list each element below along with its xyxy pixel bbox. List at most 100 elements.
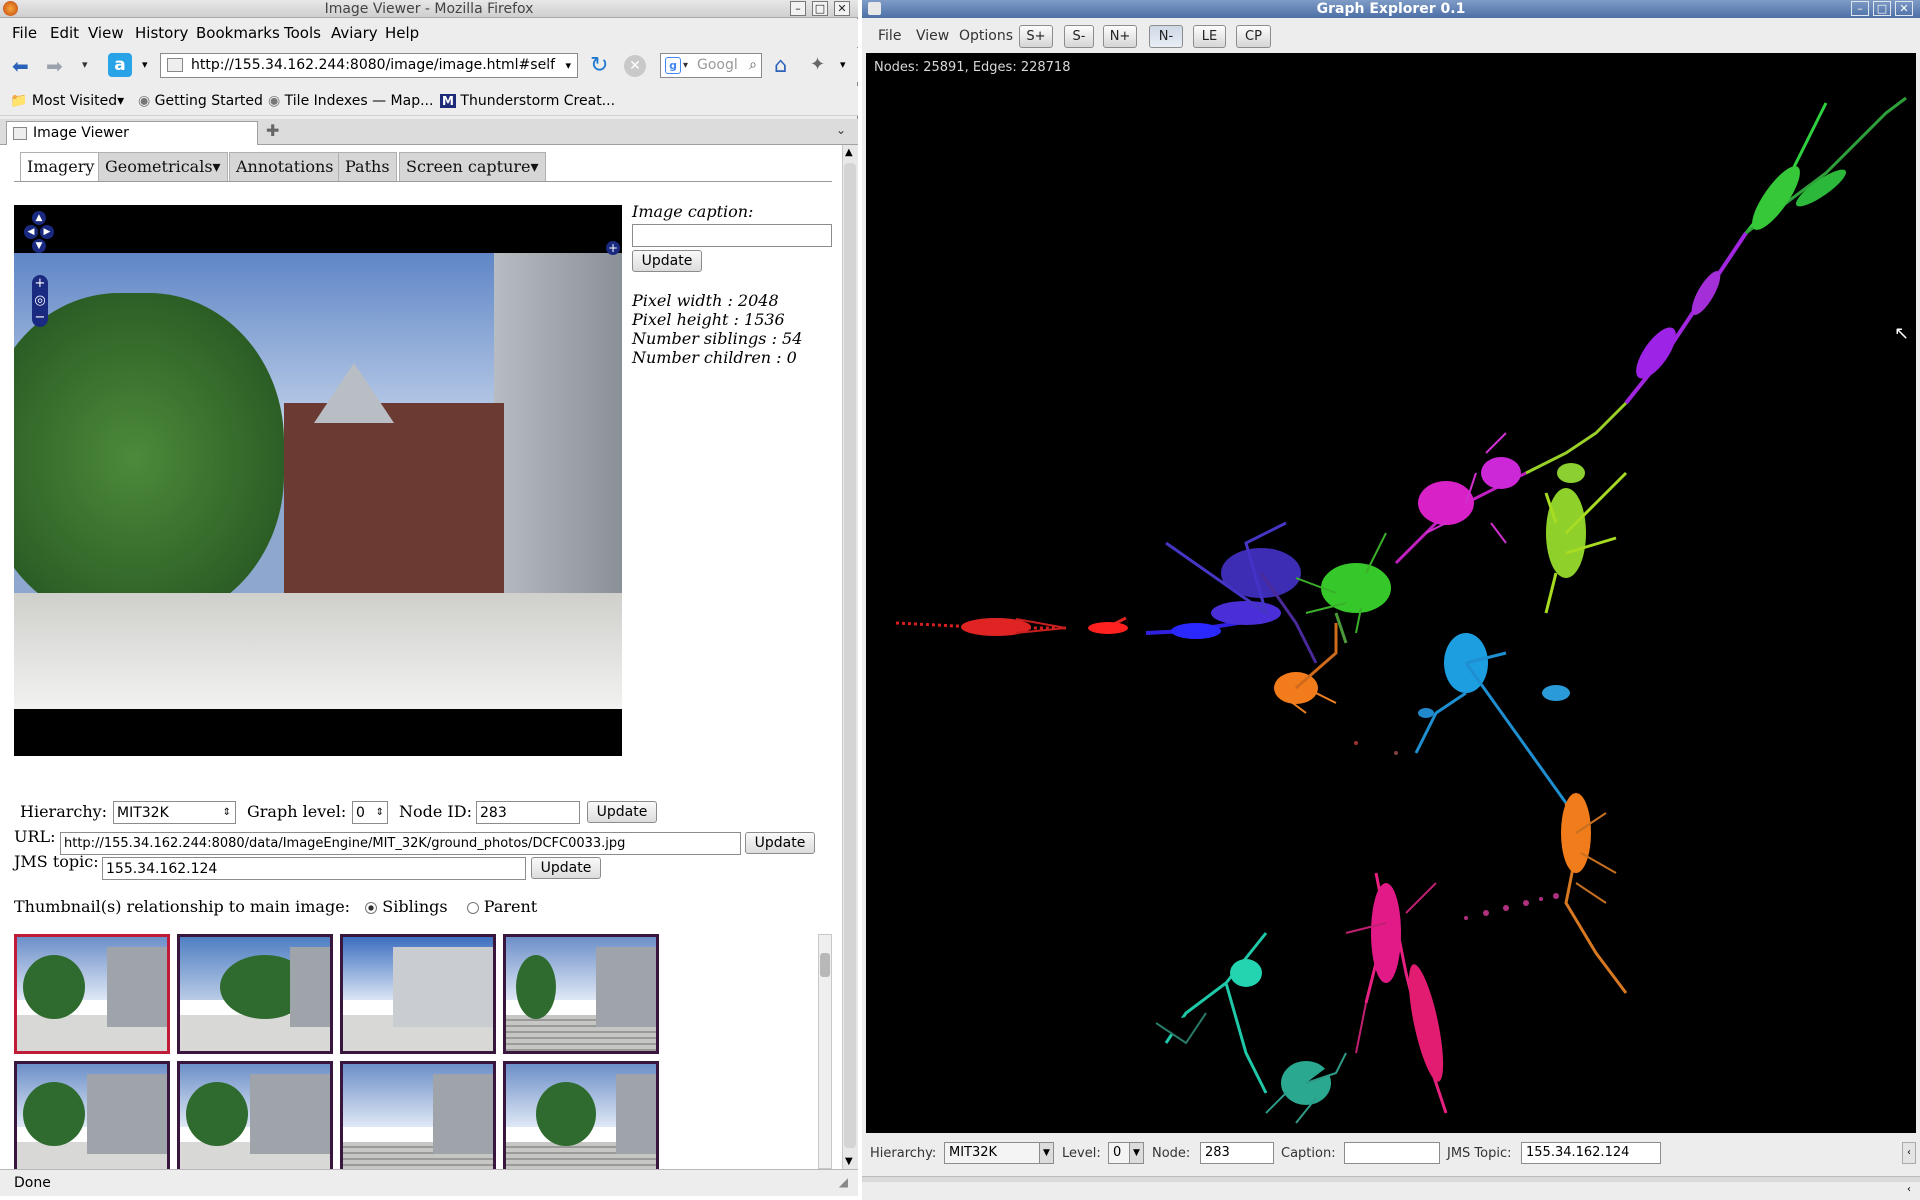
- node-decrease-button[interactable]: N-: [1149, 25, 1183, 48]
- node-update-button[interactable]: Update: [587, 801, 657, 823]
- ge-minimize-button[interactable]: –: [1851, 1, 1869, 16]
- ge-menu-file[interactable]: File: [878, 28, 901, 44]
- tab-image-viewer[interactable]: Image Viewer: [6, 121, 258, 145]
- tab-annotations[interactable]: Annotations: [229, 152, 341, 182]
- maximize-button[interactable]: □: [812, 1, 828, 16]
- tab-paths[interactable]: Paths: [338, 152, 397, 182]
- thumbnail[interactable]: [503, 1061, 659, 1169]
- combo-arrow-icon[interactable]: ▼: [1039, 1143, 1053, 1163]
- reload-icon[interactable]: ↻: [590, 53, 608, 78]
- scroll-down-icon[interactable]: ▼: [845, 1156, 853, 1167]
- thumbnail[interactable]: [14, 1061, 170, 1169]
- back-icon[interactable]: ⬅: [12, 54, 29, 78]
- bookmark-most-visited[interactable]: 📁 Most Visited▾: [10, 93, 124, 109]
- tab-geometricals[interactable]: Geometricals▾: [98, 152, 228, 182]
- page-scroll-thumb[interactable]: [844, 163, 856, 1148]
- graph-level-select[interactable]: 0 ⇕: [352, 801, 388, 824]
- ge-close-button[interactable]: ✕: [1895, 1, 1913, 16]
- thumbnail[interactable]: [177, 1061, 333, 1169]
- thumbnail[interactable]: [340, 934, 496, 1054]
- forward-icon[interactable]: ➡: [46, 54, 63, 78]
- ge-expand-icon[interactable]: ‹: [1902, 1184, 1916, 1198]
- zoom-world-icon[interactable]: ◎: [32, 292, 48, 309]
- home-icon[interactable]: ⌂: [774, 53, 787, 77]
- ge-level-combo[interactable]: 0 ▼: [1108, 1142, 1144, 1164]
- close-button[interactable]: ✕: [834, 1, 850, 16]
- minimize-button[interactable]: –: [790, 1, 806, 16]
- menu-file[interactable]: File: [12, 24, 37, 42]
- jms-topic-input[interactable]: 155.34.162.124: [102, 857, 526, 880]
- tab-strip: Image Viewer ✚ ⌄: [0, 119, 858, 145]
- menu-bookmarks[interactable]: Bookmarks: [196, 24, 280, 42]
- pan-control[interactable]: ▲ ◀ ▶ ▼: [24, 211, 54, 255]
- ge-caption-input[interactable]: [1344, 1142, 1440, 1164]
- ge-splitter[interactable]: [862, 1176, 1920, 1182]
- pan-down-icon[interactable]: ▼: [32, 239, 46, 253]
- pan-up-icon[interactable]: ▲: [32, 211, 46, 225]
- bookmark-star-icon[interactable]: ☆: [538, 54, 551, 77]
- graph-canvas[interactable]: Nodes: 25891, Edges: 228718 ↖: [866, 53, 1916, 1133]
- bookmark-getting-started[interactable]: ◉ Getting Started: [138, 93, 263, 109]
- menu-edit[interactable]: Edit: [50, 24, 79, 42]
- tab-list-icon[interactable]: ⌄: [836, 123, 846, 137]
- combo-arrow-icon[interactable]: ▼: [1129, 1143, 1143, 1163]
- size-decrease-button[interactable]: S-: [1064, 25, 1094, 48]
- radio-parent[interactable]: [466, 901, 479, 914]
- thumbnail[interactable]: [340, 1061, 496, 1169]
- search-engine-dropdown-icon[interactable]: ▾: [683, 54, 688, 77]
- radio-siblings[interactable]: [365, 901, 378, 914]
- image-url-input[interactable]: http://155.34.162.244:8080/data/ImageEng…: [60, 832, 741, 855]
- aviary-icon[interactable]: a: [108, 53, 132, 77]
- ge-maximize-button[interactable]: □: [1873, 1, 1891, 16]
- le-button[interactable]: LE: [1193, 25, 1226, 48]
- stop-icon[interactable]: ✕: [624, 55, 646, 77]
- tab-screen-capture[interactable]: Screen capture▾: [399, 152, 546, 182]
- layer-switcher-icon[interactable]: +: [606, 241, 620, 255]
- menu-aviary[interactable]: Aviary: [331, 24, 378, 42]
- search-icon[interactable]: ⌕: [749, 54, 757, 77]
- addon-dropdown-icon[interactable]: ▾: [840, 58, 846, 71]
- zoom-in-icon[interactable]: +: [32, 275, 48, 292]
- ge-hierarchy-combo[interactable]: MIT32K ▼: [944, 1142, 1054, 1164]
- url-bar[interactable]: http://155.34.162.244:8080/image/image.h…: [160, 53, 578, 78]
- url-dropdown-icon[interactable]: ▾: [565, 54, 571, 77]
- thumbnail-scrollbar[interactable]: [818, 934, 832, 1169]
- scroll-up-icon[interactable]: ▲: [845, 147, 853, 158]
- bookmark-tile-indexes[interactable]: ◉ Tile Indexes — Map...: [268, 93, 433, 109]
- menu-view[interactable]: View: [88, 24, 124, 42]
- ge-jms-input[interactable]: 155.34.162.124: [1521, 1142, 1661, 1164]
- node-id-input[interactable]: 283: [476, 801, 580, 824]
- search-box[interactable]: g ▾ Googl ⌕: [660, 53, 762, 78]
- menu-help[interactable]: Help: [385, 24, 419, 42]
- hierarchy-select[interactable]: MIT32K ⇕: [113, 801, 236, 824]
- menu-tools[interactable]: Tools: [284, 24, 321, 42]
- thumbnail[interactable]: [503, 934, 659, 1054]
- ge-menu-options[interactable]: Options: [959, 28, 1013, 44]
- thumbnail-scroll-thumb[interactable]: [820, 953, 830, 977]
- pan-left-icon[interactable]: ◀: [24, 225, 38, 239]
- ge-node-input[interactable]: 283: [1200, 1142, 1274, 1164]
- addon-icon[interactable]: ✦: [810, 54, 825, 75]
- url-update-button[interactable]: Update: [745, 832, 815, 854]
- ge-menu-view[interactable]: View: [916, 28, 949, 44]
- history-dropdown-icon[interactable]: ▾: [82, 58, 88, 71]
- thumbnail[interactable]: [14, 934, 170, 1054]
- tab-imagery[interactable]: Imagery: [20, 152, 102, 182]
- pan-right-icon[interactable]: ▶: [40, 225, 54, 239]
- node-increase-button[interactable]: N+: [1103, 25, 1137, 48]
- caption-update-button[interactable]: Update: [632, 250, 702, 272]
- jms-update-button[interactable]: Update: [531, 857, 601, 879]
- caption-input[interactable]: [632, 224, 832, 247]
- menu-history[interactable]: History: [135, 24, 188, 42]
- size-increase-button[interactable]: S+: [1019, 25, 1053, 48]
- bookmark-thunderstorm[interactable]: M Thunderstorm Creat...: [440, 93, 615, 109]
- google-icon[interactable]: g: [665, 57, 681, 74]
- panel-collapse-icon[interactable]: ‹: [1902, 1142, 1916, 1164]
- thumbnail[interactable]: [177, 934, 333, 1054]
- cp-button[interactable]: CP: [1236, 25, 1271, 48]
- main-image-viewer[interactable]: ▲ ◀ ▶ ▼ + ◎ − +: [14, 205, 622, 756]
- new-tab-icon[interactable]: ✚: [266, 121, 279, 140]
- page-scrollbar[interactable]: ▲ ▼: [842, 145, 858, 1169]
- zoom-out-icon[interactable]: −: [32, 309, 48, 326]
- aviary-dropdown-icon[interactable]: ▾: [142, 58, 148, 71]
